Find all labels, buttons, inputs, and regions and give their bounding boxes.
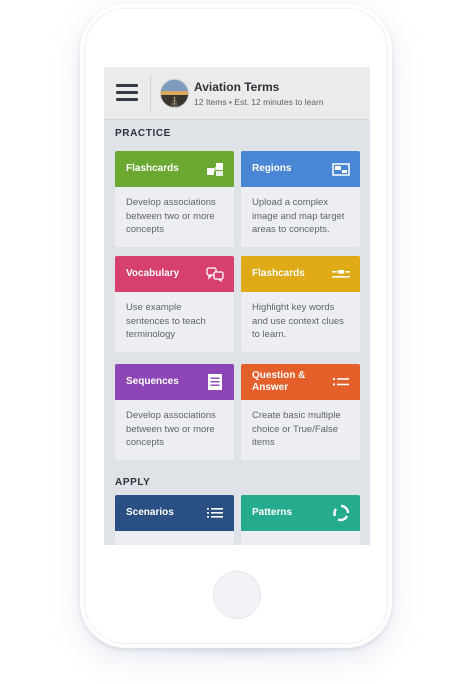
card-description: Develop associations between two or more… [126,410,216,448]
section-practice-label: PRACTICE [115,128,171,139]
speech-bubbles-icon [206,267,224,283]
app-header: Aviation Terms 12 Items • Est. 12 minute… [104,67,370,120]
card-description: Create basic multiple choice or True/Fal… [252,410,341,448]
course-meta: 12 Items • Est. 12 minutes to learn [194,97,324,107]
card-title: Patterns [252,507,293,518]
highlight-lines-icon [332,270,350,278]
card-title: Sequences [126,376,179,387]
card-description: Upload a complex image and map target ar… [252,197,345,235]
card-regions[interactable]: Regions Upload a complex image and map t… [241,151,360,247]
app-screen: Aviation Terms 12 Items • Est. 12 minute… [104,67,370,545]
card-header: Sequences [115,364,234,400]
card-flashcards[interactable]: Flashcards Develop associations between … [115,151,234,247]
card-header: Flashcards [115,151,234,187]
pattern-cycle-icon [333,504,350,522]
card-flashcards-context[interactable]: Flashcards Highlight key words and use c… [241,256,360,352]
card-sequences[interactable]: Sequences Develop associations between t… [115,364,234,460]
scenario-list-icon [207,508,223,518]
card-patterns[interactable]: Patterns [241,495,360,545]
card-title: Vocabulary [126,268,180,279]
checklist-icon [333,378,349,386]
card-description: Develop associations between two or more… [126,197,216,235]
card-title: Scenarios [126,507,174,518]
course-title: Aviation Terms [194,80,280,94]
card-description: Use example sentences to teach terminolo… [126,302,206,340]
card-header: Patterns [241,495,360,531]
card-vocabulary[interactable]: Vocabulary Use example sentences to teac… [115,256,234,352]
card-description: Highlight key words and use context clue… [252,302,344,340]
device-mockup: Aviation Terms 12 Items • Est. 12 minute… [0,0,474,684]
card-scenarios[interactable]: Scenarios [115,495,234,545]
card-title: Regions [252,163,292,174]
section-apply-label: APPLY [115,477,151,488]
flashcards-icon [207,163,223,176]
list-document-icon [208,374,222,390]
card-header: Question & Answer [241,364,360,400]
phone-frame: Aviation Terms 12 Items • Est. 12 minute… [80,4,392,648]
course-avatar [160,79,189,108]
card-title: Flashcards [126,163,179,174]
menu-icon[interactable] [116,84,138,102]
card-header: Scenarios [115,495,234,531]
card-title: Flashcards [252,268,305,279]
card-header: Regions [241,151,360,187]
card-header: Vocabulary [115,256,234,292]
header-divider [150,75,151,111]
card-title: Question & Answer [252,370,306,393]
image-regions-icon [332,163,350,176]
card-question-answer[interactable]: Question & Answer Create basic multiple … [241,364,360,460]
card-header: Flashcards [241,256,360,292]
home-button[interactable] [213,571,261,619]
